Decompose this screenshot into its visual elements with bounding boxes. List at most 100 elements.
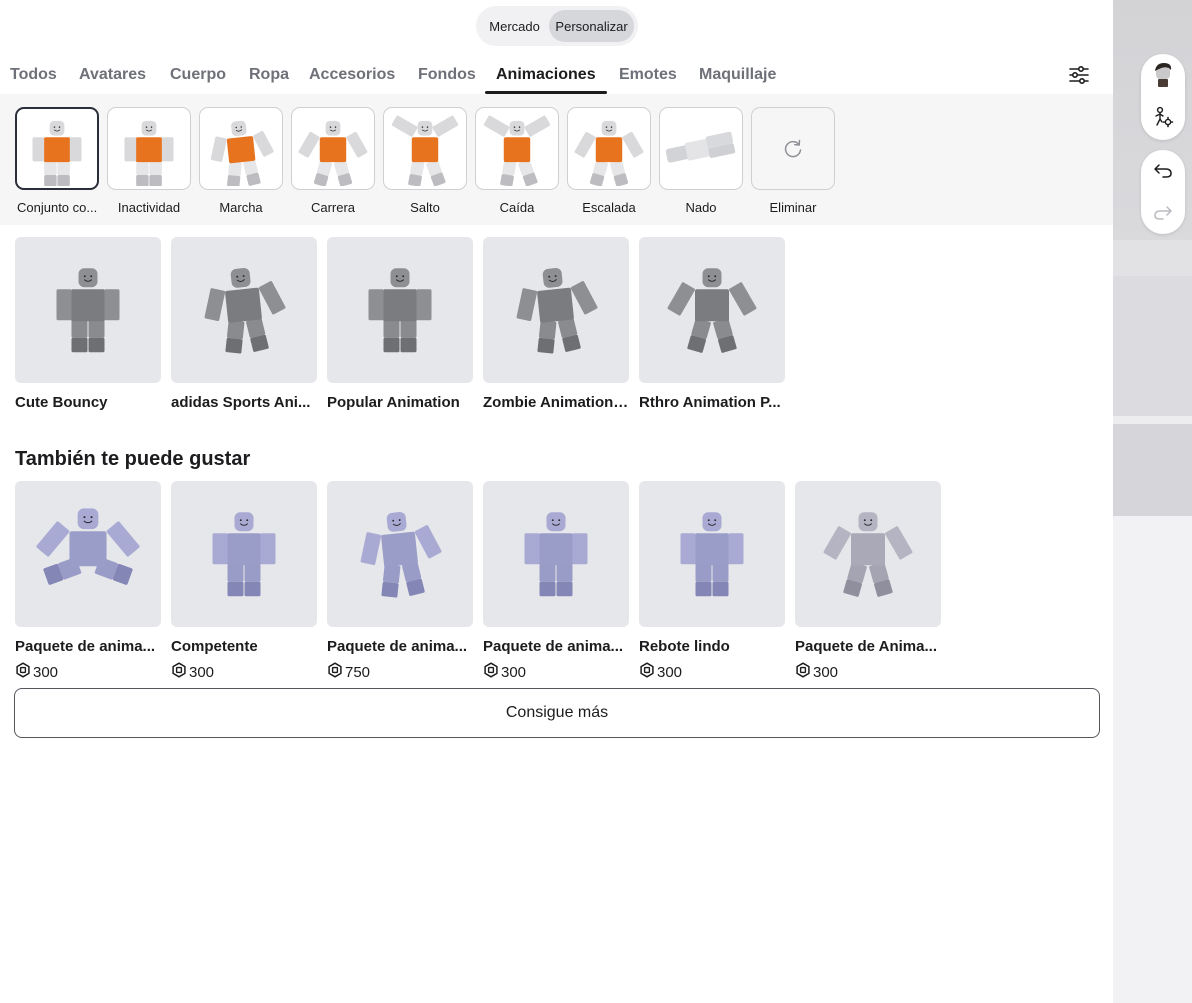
avatar-settings-button[interactable]: [1141, 96, 1185, 138]
item-name: Rthro Animation P...: [639, 394, 781, 411]
tab-ropa[interactable]: Ropa: [249, 66, 289, 84]
tab-todos[interactable]: Todos: [10, 66, 57, 84]
item-thumbnail: [516, 268, 598, 354]
avatar-viewport[interactable]: [1113, 0, 1192, 1003]
slot-eliminar[interactable]: Eliminar: [751, 107, 835, 215]
tab-fondos[interactable]: Fondos: [418, 66, 476, 84]
owned-item-card[interactable]: Popular Animation: [327, 237, 473, 411]
recommended-item-card[interactable]: Competente 300: [171, 481, 317, 682]
avatar-thumbnail: [124, 120, 174, 186]
sliders-icon: [1069, 65, 1089, 85]
person-gear-icon: [1155, 106, 1174, 128]
slot-label: Escalada: [582, 200, 636, 215]
item-thumbnail: [56, 268, 120, 353]
slot-inactividad[interactable]: Inactividad: [107, 107, 191, 215]
recommended-item-card[interactable]: Paquete de Anima... 300: [795, 481, 941, 682]
slot-label: Caída: [499, 200, 535, 215]
tab-animaciones[interactable]: Animaciones: [496, 66, 596, 84]
avatar-thumbnail: [210, 120, 274, 186]
slot-label: Carrera: [310, 200, 356, 215]
redo-icon: [1154, 206, 1172, 220]
slot-label: Salto: [410, 200, 440, 215]
price-value: 300: [813, 663, 839, 681]
slot-label: Marcha: [219, 200, 263, 215]
slot-caida[interactable]: Caída: [475, 107, 559, 215]
item-thumbnail: [204, 268, 286, 354]
price-value: 750: [345, 663, 371, 681]
owned-item-card[interactable]: adidas Sports Ani...: [171, 237, 317, 411]
view-controls: [1141, 54, 1185, 140]
item-thumbnail: [667, 268, 757, 353]
avatar-head-icon: [1155, 63, 1172, 87]
customize-toggle[interactable]: Personalizar: [549, 10, 634, 42]
item-name: Zombie Animation ...: [483, 394, 629, 411]
item-name: Competente: [171, 638, 258, 655]
slot-escalada[interactable]: Escalada: [567, 107, 651, 215]
recommended-item-card[interactable]: Paquete de anima... 750: [327, 481, 473, 682]
avatar-headshot-button[interactable]: [1141, 54, 1185, 96]
item-name: Popular Animation: [327, 394, 460, 411]
avatar-thumbnail: [32, 120, 82, 186]
item-thumbnail: [368, 268, 432, 353]
slot-nado[interactable]: Nado: [659, 107, 743, 215]
animation-slots: Conjunto co... Inactividad Marcha Carrer…: [0, 94, 1113, 225]
slot-salto[interactable]: Salto: [383, 107, 467, 215]
robux-icon: [15, 662, 31, 682]
tab-accesorios[interactable]: Accesorios: [309, 66, 395, 84]
tab-maquillaje[interactable]: Maquillaje: [699, 66, 776, 84]
undo-button[interactable]: [1141, 150, 1185, 192]
item-thumbnail: [360, 512, 442, 598]
item-price: 750: [327, 662, 473, 682]
owned-item-card[interactable]: Zombie Animation ...: [483, 237, 629, 411]
item-name: Rebote lindo: [639, 638, 730, 655]
price-value: 300: [657, 663, 683, 681]
item-name: Paquete de anima...: [483, 638, 624, 655]
robux-icon: [639, 662, 655, 682]
avatar-thumbnail: [391, 115, 459, 186]
slot-carrera[interactable]: Carrera: [291, 107, 375, 215]
slot-label: Inactividad: [117, 200, 181, 215]
avatar-thumbnail: [483, 115, 551, 186]
item-thumbnail: [823, 512, 913, 597]
avatar-thumbnail: [574, 120, 644, 186]
redo-button[interactable]: [1141, 192, 1185, 234]
owned-item-card[interactable]: Rthro Animation P...: [639, 237, 785, 411]
recommended-item-card[interactable]: Paquete de anima... 300: [15, 481, 161, 682]
recommended-item-card[interactable]: Paquete de anima... 300: [483, 481, 629, 682]
item-name: Cute Bouncy: [15, 394, 108, 411]
item-name: Paquete de anima...: [15, 638, 156, 655]
item-name: adidas Sports Ani...: [171, 394, 311, 411]
price-value: 300: [501, 663, 527, 681]
refresh-icon: [784, 139, 802, 157]
avatar-editor: Mercado Personalizar Todos Avatares Cuer…: [0, 0, 1113, 1003]
item-thumbnail: [212, 512, 276, 597]
owned-item-card[interactable]: Cute Bouncy: [15, 237, 161, 411]
robux-icon: [327, 662, 343, 682]
recommendations-title: También te puede gustar: [15, 448, 251, 470]
item-price: 300: [171, 662, 317, 682]
recommended-item-card[interactable]: Rebote lindo 300: [639, 481, 785, 682]
item-price: 300: [483, 662, 629, 682]
category-tabs: Todos Avatares Cuerpo Ropa Accesorios Fo…: [0, 56, 1113, 94]
item-thumbnail: [524, 512, 588, 597]
get-more-button[interactable]: Consigue más: [14, 688, 1100, 738]
item-thumbnail: [36, 508, 140, 585]
price-value: 300: [33, 663, 59, 681]
robux-icon: [171, 662, 187, 682]
tab-cuerpo[interactable]: Cuerpo: [170, 66, 226, 84]
slot-marcha[interactable]: Marcha: [199, 107, 283, 215]
avatar-thumbnail: [665, 131, 736, 163]
history-controls: [1141, 150, 1185, 234]
item-thumbnail: [680, 512, 744, 597]
slot-label: Nado: [685, 200, 717, 215]
robux-icon: [795, 662, 811, 682]
slot-conjunto[interactable]: Conjunto co...: [15, 107, 99, 215]
tab-avatares[interactable]: Avatares: [79, 66, 146, 84]
robux-icon: [483, 662, 499, 682]
price-value: 300: [189, 663, 215, 681]
item-name: Paquete de anima...: [327, 638, 468, 655]
undo-icon: [1154, 164, 1172, 178]
tab-emotes[interactable]: Emotes: [619, 66, 677, 84]
marketplace-toggle[interactable]: Mercado: [480, 10, 549, 42]
filter-button[interactable]: [1066, 64, 1092, 86]
